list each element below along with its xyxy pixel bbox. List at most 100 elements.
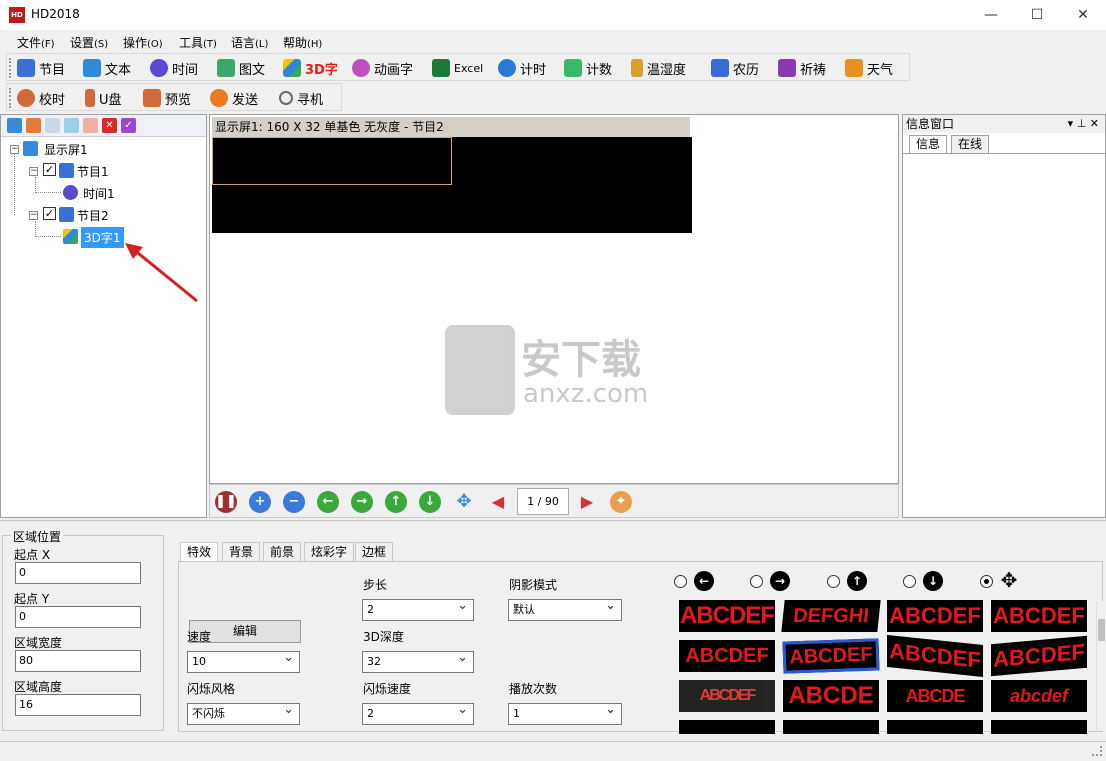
menu-file[interactable]: 文件(F) <box>17 34 55 51</box>
close-button[interactable]: ✕ <box>1060 0 1106 30</box>
toolbar-send-button[interactable]: 发送 <box>210 87 258 109</box>
effect-thumbnail[interactable]: ABCDE <box>887 680 983 712</box>
effect-thumbnail[interactable]: ABCDEF <box>887 634 983 678</box>
tree-copy-icon[interactable] <box>26 118 41 133</box>
flash-speed-select[interactable]: 2 <box>362 700 474 725</box>
direction-down-radio[interactable] <box>903 575 916 588</box>
tree-expander[interactable]: − <box>10 145 19 154</box>
effects-scrollbar[interactable] <box>1096 601 1106 731</box>
maximize-button[interactable]: ☐ <box>1014 0 1060 30</box>
step-select[interactable]: 2 <box>362 596 474 621</box>
tree-move-up-icon[interactable] <box>64 118 79 133</box>
effect-thumbnail[interactable] <box>679 720 775 734</box>
tree-delete-icon[interactable]: ✕ <box>102 118 117 133</box>
settings-wheel-icon[interactable]: ✦ <box>610 491 632 513</box>
move-down-button[interactable]: ↓ <box>419 491 441 513</box>
toolbar-time-button[interactable]: 时间 <box>150 57 198 79</box>
tree-node-program2[interactable]: 节目2 <box>77 207 109 224</box>
minimize-button[interactable]: — <box>968 0 1014 30</box>
direction-left-radio[interactable] <box>674 575 687 588</box>
flash-style-select[interactable]: 不闪烁 <box>187 700 300 725</box>
direction-right-radio[interactable] <box>750 575 763 588</box>
tab-online[interactable]: 在线 <box>951 135 990 153</box>
program1-checkbox[interactable]: ✓ <box>43 163 56 176</box>
tab-background[interactable]: 背景 <box>222 542 261 562</box>
toolbar-text-button[interactable]: 文本 <box>83 57 131 79</box>
effect-thumbnail[interactable] <box>783 720 879 734</box>
pause-button[interactable]: ❚❚ <box>215 491 237 513</box>
program2-checkbox[interactable]: ✓ <box>43 207 56 220</box>
menu-operation[interactable]: 操作(O) <box>123 34 163 51</box>
effect-thumbnail[interactable] <box>991 720 1087 734</box>
tab-colorful-text[interactable]: 炫彩字 <box>304 542 355 562</box>
effect-thumbnail[interactable]: ABCDEF <box>679 600 775 632</box>
start-y-input[interactable]: 0 <box>15 606 141 628</box>
direction-all-radio[interactable] <box>980 575 993 588</box>
effect-thumbnail[interactable]: ABCDEF <box>887 600 983 632</box>
toolbar-timer-button[interactable]: 计时 <box>498 57 546 79</box>
toolbar-image-text-button[interactable]: 图文 <box>217 57 265 79</box>
speed-select[interactable]: 10 <box>187 648 300 673</box>
tree-expander[interactable]: − <box>29 211 38 220</box>
depth-3d-select[interactable]: 32 <box>362 648 474 673</box>
tree-node-program1[interactable]: 节目1 <box>77 163 109 180</box>
toolbar-weather-button[interactable]: 天气 <box>845 57 893 79</box>
toolbar-preview-button[interactable]: 预览 <box>143 87 191 109</box>
toolbar-grip-2[interactable] <box>9 88 12 108</box>
region-height-input[interactable]: 16 <box>15 694 141 716</box>
toolbar-find-device-button[interactable]: 寻机 <box>279 87 323 109</box>
toolbar-3d-text-button[interactable]: 3D字 <box>283 57 338 79</box>
tree-node-screen1[interactable]: 显示屏1 <box>44 141 88 158</box>
effect-thumbnail-selected[interactable]: ABCDEF <box>782 638 880 674</box>
menu-tools[interactable]: 工具(T) <box>179 34 217 51</box>
zoom-out-button[interactable]: − <box>283 491 305 513</box>
tab-info[interactable]: 信息 <box>909 135 948 153</box>
panel-pin-close-icon[interactable]: ▾ ⊥ ✕ <box>1068 115 1099 133</box>
tree-node-3d-text1[interactable]: 3D字1 <box>81 227 124 248</box>
toolbar-excel-button[interactable]: Excel <box>432 57 483 79</box>
tree-move-down-icon[interactable] <box>83 118 98 133</box>
zoom-in-button[interactable]: + <box>249 491 271 513</box>
toolbar-calibrate-time-button[interactable]: 校时 <box>17 87 65 109</box>
effect-thumbnail[interactable]: ABCDEF <box>679 640 775 672</box>
led-region-frame[interactable] <box>212 137 452 185</box>
effect-thumbnail[interactable]: ABCDEF <box>991 635 1087 677</box>
effect-thumbnail[interactable]: abcdef <box>991 680 1087 712</box>
effect-thumbnail[interactable]: ABCDEF <box>679 680 775 712</box>
toolbar-counter-button[interactable]: 计数 <box>564 57 612 79</box>
tree-paste-icon[interactable] <box>45 118 60 133</box>
effect-thumbnail[interactable]: DEFGHI <box>781 600 881 632</box>
tree-expander[interactable]: − <box>29 167 38 176</box>
toolbar-lunar-button[interactable]: 农历 <box>711 57 759 79</box>
resize-grip-icon[interactable] <box>1092 746 1102 756</box>
move-left-button[interactable]: ← <box>317 491 339 513</box>
move-all-icon[interactable]: ✥ <box>453 491 475 513</box>
menu-help[interactable]: 帮助(H) <box>283 34 322 51</box>
tab-border[interactable]: 边框 <box>355 542 394 562</box>
direction-up-radio[interactable] <box>827 575 840 588</box>
toolbar-prayer-button[interactable]: 祈祷 <box>778 57 826 79</box>
tab-effects[interactable]: 特效 <box>180 542 219 562</box>
effect-thumbnail[interactable] <box>887 720 983 734</box>
menu-language[interactable]: 语言(L) <box>231 34 268 51</box>
effect-thumbnail[interactable]: ABCDE <box>783 680 879 712</box>
tab-foreground[interactable]: 前景 <box>263 542 302 562</box>
region-width-input[interactable]: 80 <box>15 650 141 672</box>
effect-thumbnail[interactable]: ABCDEF <box>991 600 1087 632</box>
menu-settings[interactable]: 设置(S) <box>70 34 108 51</box>
start-x-input[interactable]: 0 <box>15 562 141 584</box>
play-count-select[interactable]: 1 <box>508 700 622 725</box>
toolbar-grip[interactable] <box>9 58 12 78</box>
tree-check-icon[interactable]: ✓ <box>121 118 136 133</box>
toolbar-usb-button[interactable]: U盘 <box>85 87 122 109</box>
tree-node-time1[interactable]: 时间1 <box>83 185 115 202</box>
move-right-button[interactable]: → <box>351 491 373 513</box>
toolbar-temperature-button[interactable]: 温湿度 <box>631 57 686 79</box>
shadow-mode-select[interactable]: 默认 <box>508 596 622 621</box>
scrollbar-thumb[interactable] <box>1098 619 1105 641</box>
toolbar-program-button[interactable]: 节目 <box>17 57 65 79</box>
tree-add-screen-icon[interactable] <box>7 118 22 133</box>
toolbar-animation-text-button[interactable]: 动画字 <box>352 57 413 79</box>
next-page-button[interactable]: ▶ <box>576 491 598 513</box>
move-up-button[interactable]: ↑ <box>385 491 407 513</box>
